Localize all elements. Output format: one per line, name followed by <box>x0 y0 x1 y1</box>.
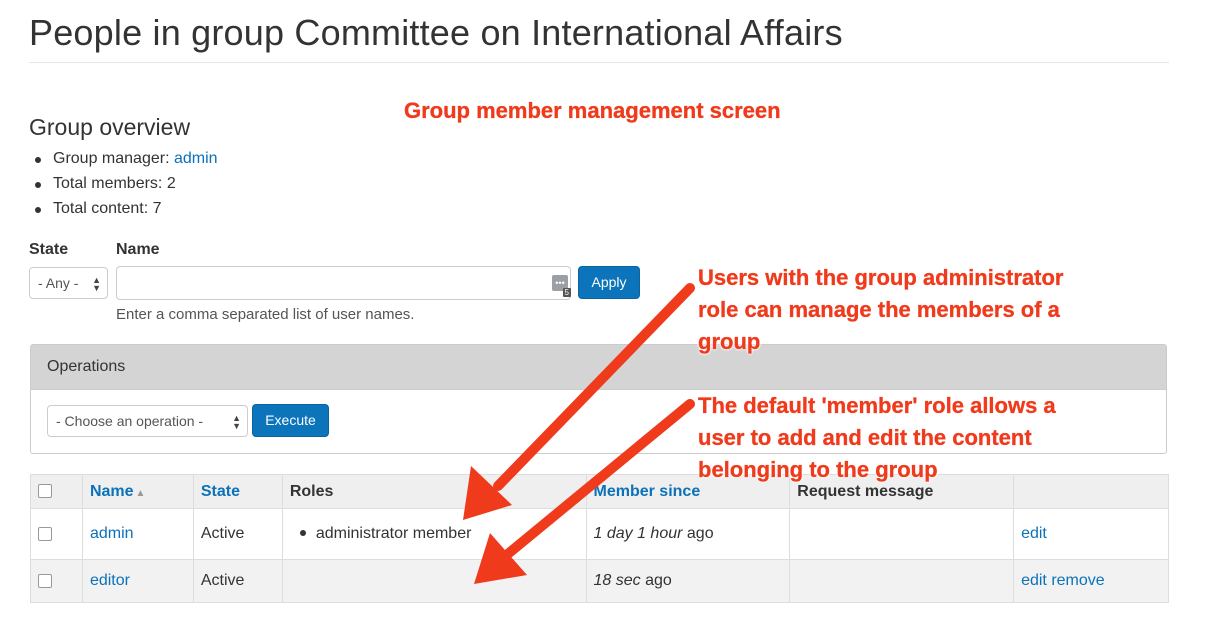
annotation-note-2-line: user to add and edit the content <box>698 425 1032 450</box>
annotation-note-1: Users with the group administrator role … <box>698 262 1064 358</box>
annotation-note-1-line: group <box>698 329 761 354</box>
annotation-arrow-1-shaft <box>493 283 695 491</box>
annotation-arrow-2-shaft <box>504 399 695 558</box>
annotation-note-2: The default 'member' role allows a user … <box>698 390 1056 486</box>
annotation-note-1-line: Users with the group administrator <box>698 265 1064 290</box>
annotation-note-2-line: The default 'member' role allows a <box>698 393 1056 418</box>
annotation-note-1-line: role can manage the members of a <box>698 297 1060 322</box>
annotation-heading: Group member management screen <box>404 98 781 123</box>
annotation-note-2-line: belonging to the group <box>698 457 938 482</box>
